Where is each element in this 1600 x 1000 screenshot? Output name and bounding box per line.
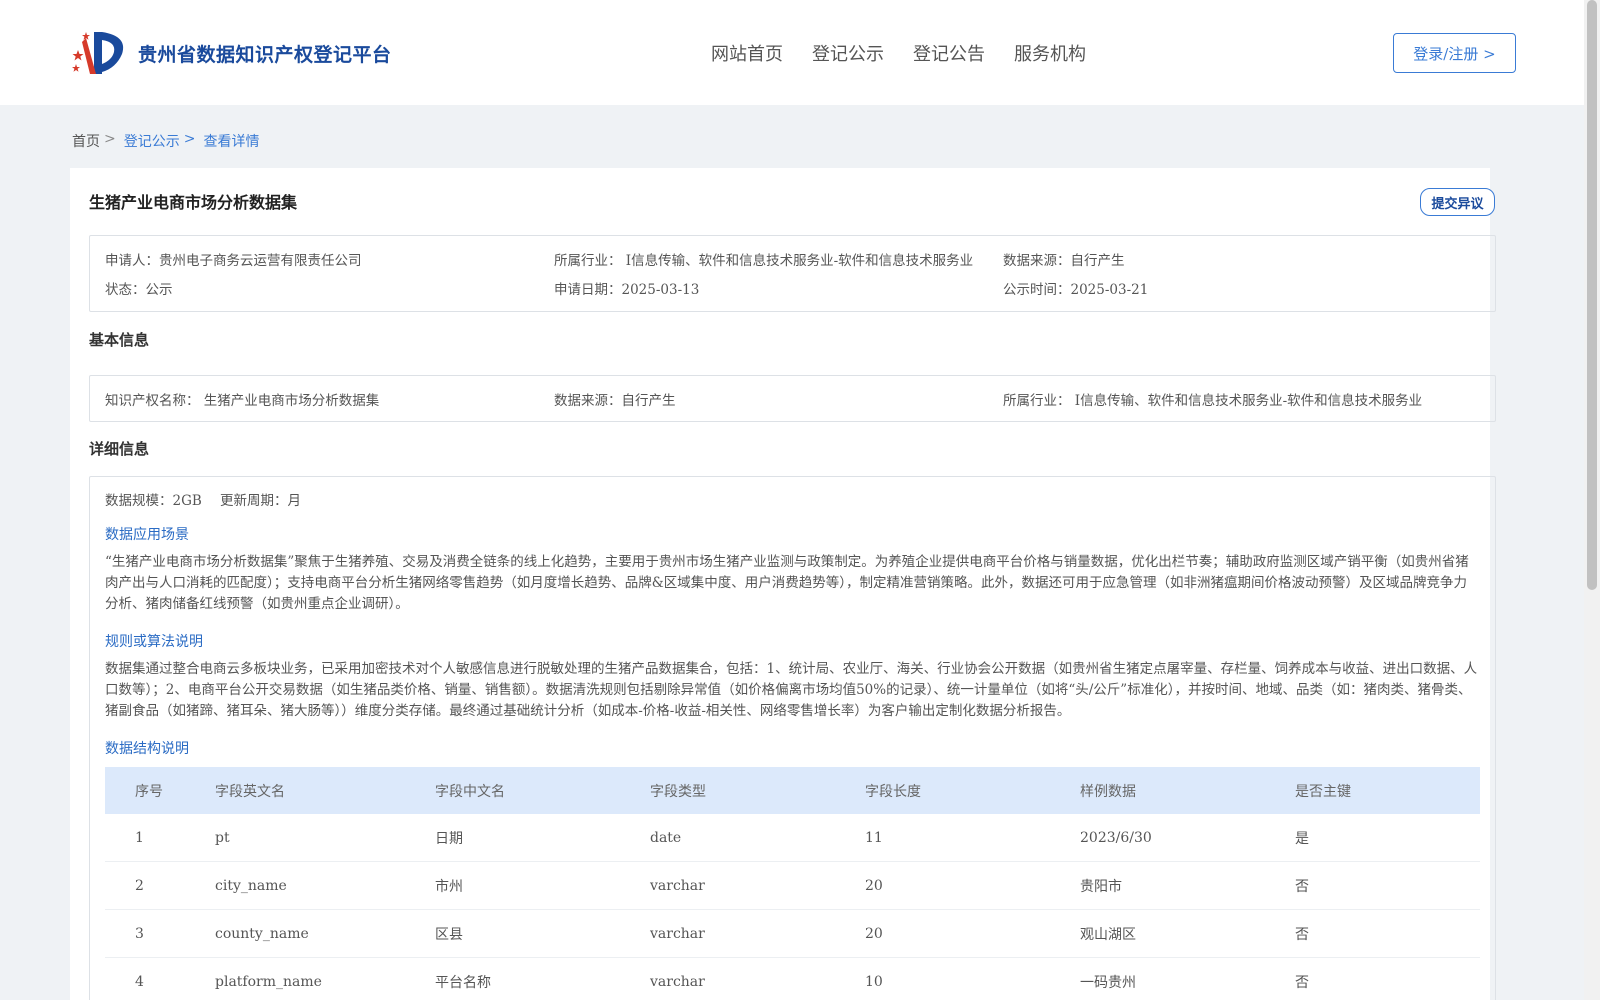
cell-sample: 观山湖区 [1080, 926, 1136, 943]
cell-field-en: county_name [215, 925, 309, 942]
status-field: 状态：公示 [105, 282, 173, 298]
cell-field-en: pt [215, 829, 230, 846]
table-header: 序号 字段英文名 字段中文名 字段类型 字段长度 样例数据 是否主键 [105, 767, 1480, 814]
cell-primary-key: 是 [1295, 830, 1309, 847]
table-row: 1 pt 日期 date 11 2023/6/30 是 [105, 814, 1480, 862]
detail-box: 数据规模：2GB 更新周期：月 数据应用场景 “生猪产业电商市场分析数据集”聚焦… [89, 476, 1496, 1000]
cell-sample: 一码贵州 [1080, 974, 1136, 991]
nav-service-agencies[interactable]: 服务机构 [1014, 40, 1086, 66]
nav-registration-announcement[interactable]: 登记公告 [913, 40, 985, 66]
cell-field-type: varchar [650, 973, 705, 990]
cell-field-cn: 市州 [435, 878, 463, 895]
cell-index: 1 [135, 829, 144, 846]
cell-field-length: 20 [865, 925, 883, 942]
apply-date-field: 申请日期：2025-03-13 [554, 282, 700, 298]
header-sample: 样例数据 [1080, 783, 1136, 800]
data-scale-field: 数据规模：2GB [105, 493, 202, 509]
detail-info-heading: 详细信息 [89, 440, 150, 458]
header-field-type: 字段类型 [650, 783, 706, 800]
applicant-field: 申请人：贵州电子商务云运营有限责任公司 [105, 253, 362, 269]
breadcrumb-separator: > [104, 131, 116, 147]
ip-name-field: 知识产权名称： 生猪产业电商市场分析数据集 [105, 393, 380, 409]
logo-emblem-icon [72, 28, 130, 78]
rules-text: 数据集通过整合电商云多板块业务，已采用加密技术对个人敏感信息进行脱敏处理的生猪产… [105, 661, 1478, 719]
breadcrumb-publicity[interactable]: 登记公示 [124, 131, 180, 151]
login-register-button[interactable]: 登录/注册 > [1393, 33, 1516, 73]
cell-field-type: date [650, 829, 682, 846]
source-field: 数据来源：自行产生 [1003, 253, 1125, 269]
cell-field-type: varchar [650, 877, 705, 894]
cell-sample: 贵阳市 [1080, 878, 1122, 895]
header-primary-key: 是否主键 [1295, 783, 1351, 800]
cell-field-length: 10 [865, 973, 883, 990]
main-nav: 网站首页 登记公示 登记公告 服务机构 [711, 40, 1086, 66]
nav-home[interactable]: 网站首页 [711, 40, 783, 66]
basic-info-heading: 基本信息 [89, 331, 150, 349]
header-field-en: 字段英文名 [215, 783, 285, 800]
cell-field-length: 11 [865, 829, 883, 846]
page-title: 生猪产业电商市场分析数据集 [89, 193, 298, 212]
site-logo[interactable]: 贵州省数据知识产权登记平台 [72, 28, 392, 78]
detail-card: 生猪产业电商市场分析数据集 提交异议 申请人：贵州电子商务云运营有限责任公司 所… [70, 168, 1496, 1000]
summary-box: 申请人：贵州电子商务云运营有限责任公司 所属行业： I信息传输、软件和信息技术服… [89, 235, 1496, 312]
breadcrumb: 首页 > 登记公示 > 查看详情 [72, 131, 259, 151]
site-title: 贵州省数据知识产权登记平台 [138, 43, 392, 66]
cell-sample: 2023/6/30 [1080, 829, 1152, 846]
scenario-heading: 数据应用场景 [105, 527, 189, 543]
cell-field-cn: 区县 [435, 926, 463, 943]
basic-industry-field: 所属行业： I信息传输、软件和信息技术服务业-软件和信息技术服务业 [1003, 393, 1423, 409]
breadcrumb-home[interactable]: 首页 [72, 131, 100, 151]
data-structure-table: 序号 字段英文名 字段中文名 字段类型 字段长度 样例数据 是否主键 1 pt … [105, 767, 1480, 1000]
scrollbar-thumb[interactable] [1587, 0, 1597, 590]
cell-field-cn: 平台名称 [435, 974, 491, 991]
cell-field-cn: 日期 [435, 830, 463, 847]
breadcrumb-separator: > [183, 131, 196, 147]
cell-primary-key: 否 [1295, 974, 1309, 991]
structure-heading: 数据结构说明 [105, 741, 189, 757]
top-header: 贵州省数据知识产权登记平台 网站首页 登记公示 登记公告 服务机构 登录/注册 … [0, 0, 1584, 105]
table-row: 4 platform_name 平台名称 varchar 10 一码贵州 否 [105, 958, 1480, 1000]
cell-primary-key: 否 [1295, 878, 1309, 895]
rules-heading: 规则或算法说明 [105, 634, 203, 650]
update-cycle-field: 更新周期：月 [220, 493, 301, 509]
basic-info-box: 知识产权名称： 生猪产业电商市场分析数据集 数据来源：自行产生 所属行业： I信… [89, 375, 1496, 422]
cell-primary-key: 否 [1295, 926, 1309, 943]
industry-field: 所属行业： I信息传输、软件和信息技术服务业-软件和信息技术服务业 [554, 253, 974, 269]
cell-field-length: 20 [865, 877, 883, 894]
basic-source-field: 数据来源：自行产生 [554, 393, 676, 409]
page-scrollbar[interactable] [1584, 0, 1600, 1000]
header-field-cn: 字段中文名 [435, 783, 505, 800]
scenario-text: “生猪产业电商市场分析数据集”聚焦于生猪养殖、交易及消费全链条的线上化趋势，主要… [105, 554, 1469, 612]
cell-index: 2 [135, 877, 144, 894]
submit-objection-button[interactable]: 提交异议 [1420, 188, 1495, 216]
cell-index: 4 [135, 973, 144, 990]
publish-date-field: 公示时间：2025-03-21 [1003, 282, 1149, 298]
table-row: 2 city_name 市州 varchar 20 贵阳市 否 [105, 862, 1480, 910]
breadcrumb-current: 查看详情 [203, 134, 260, 150]
nav-registration-publicity[interactable]: 登记公示 [812, 40, 884, 66]
cell-index: 3 [135, 925, 144, 942]
cell-field-type: varchar [650, 925, 705, 942]
table-row: 3 county_name 区县 varchar 20 观山湖区 否 [105, 910, 1480, 958]
cell-field-en: city_name [215, 877, 287, 894]
cell-field-en: platform_name [215, 973, 322, 990]
header-index: 序号 [135, 783, 163, 800]
header-field-length: 字段长度 [865, 783, 921, 800]
